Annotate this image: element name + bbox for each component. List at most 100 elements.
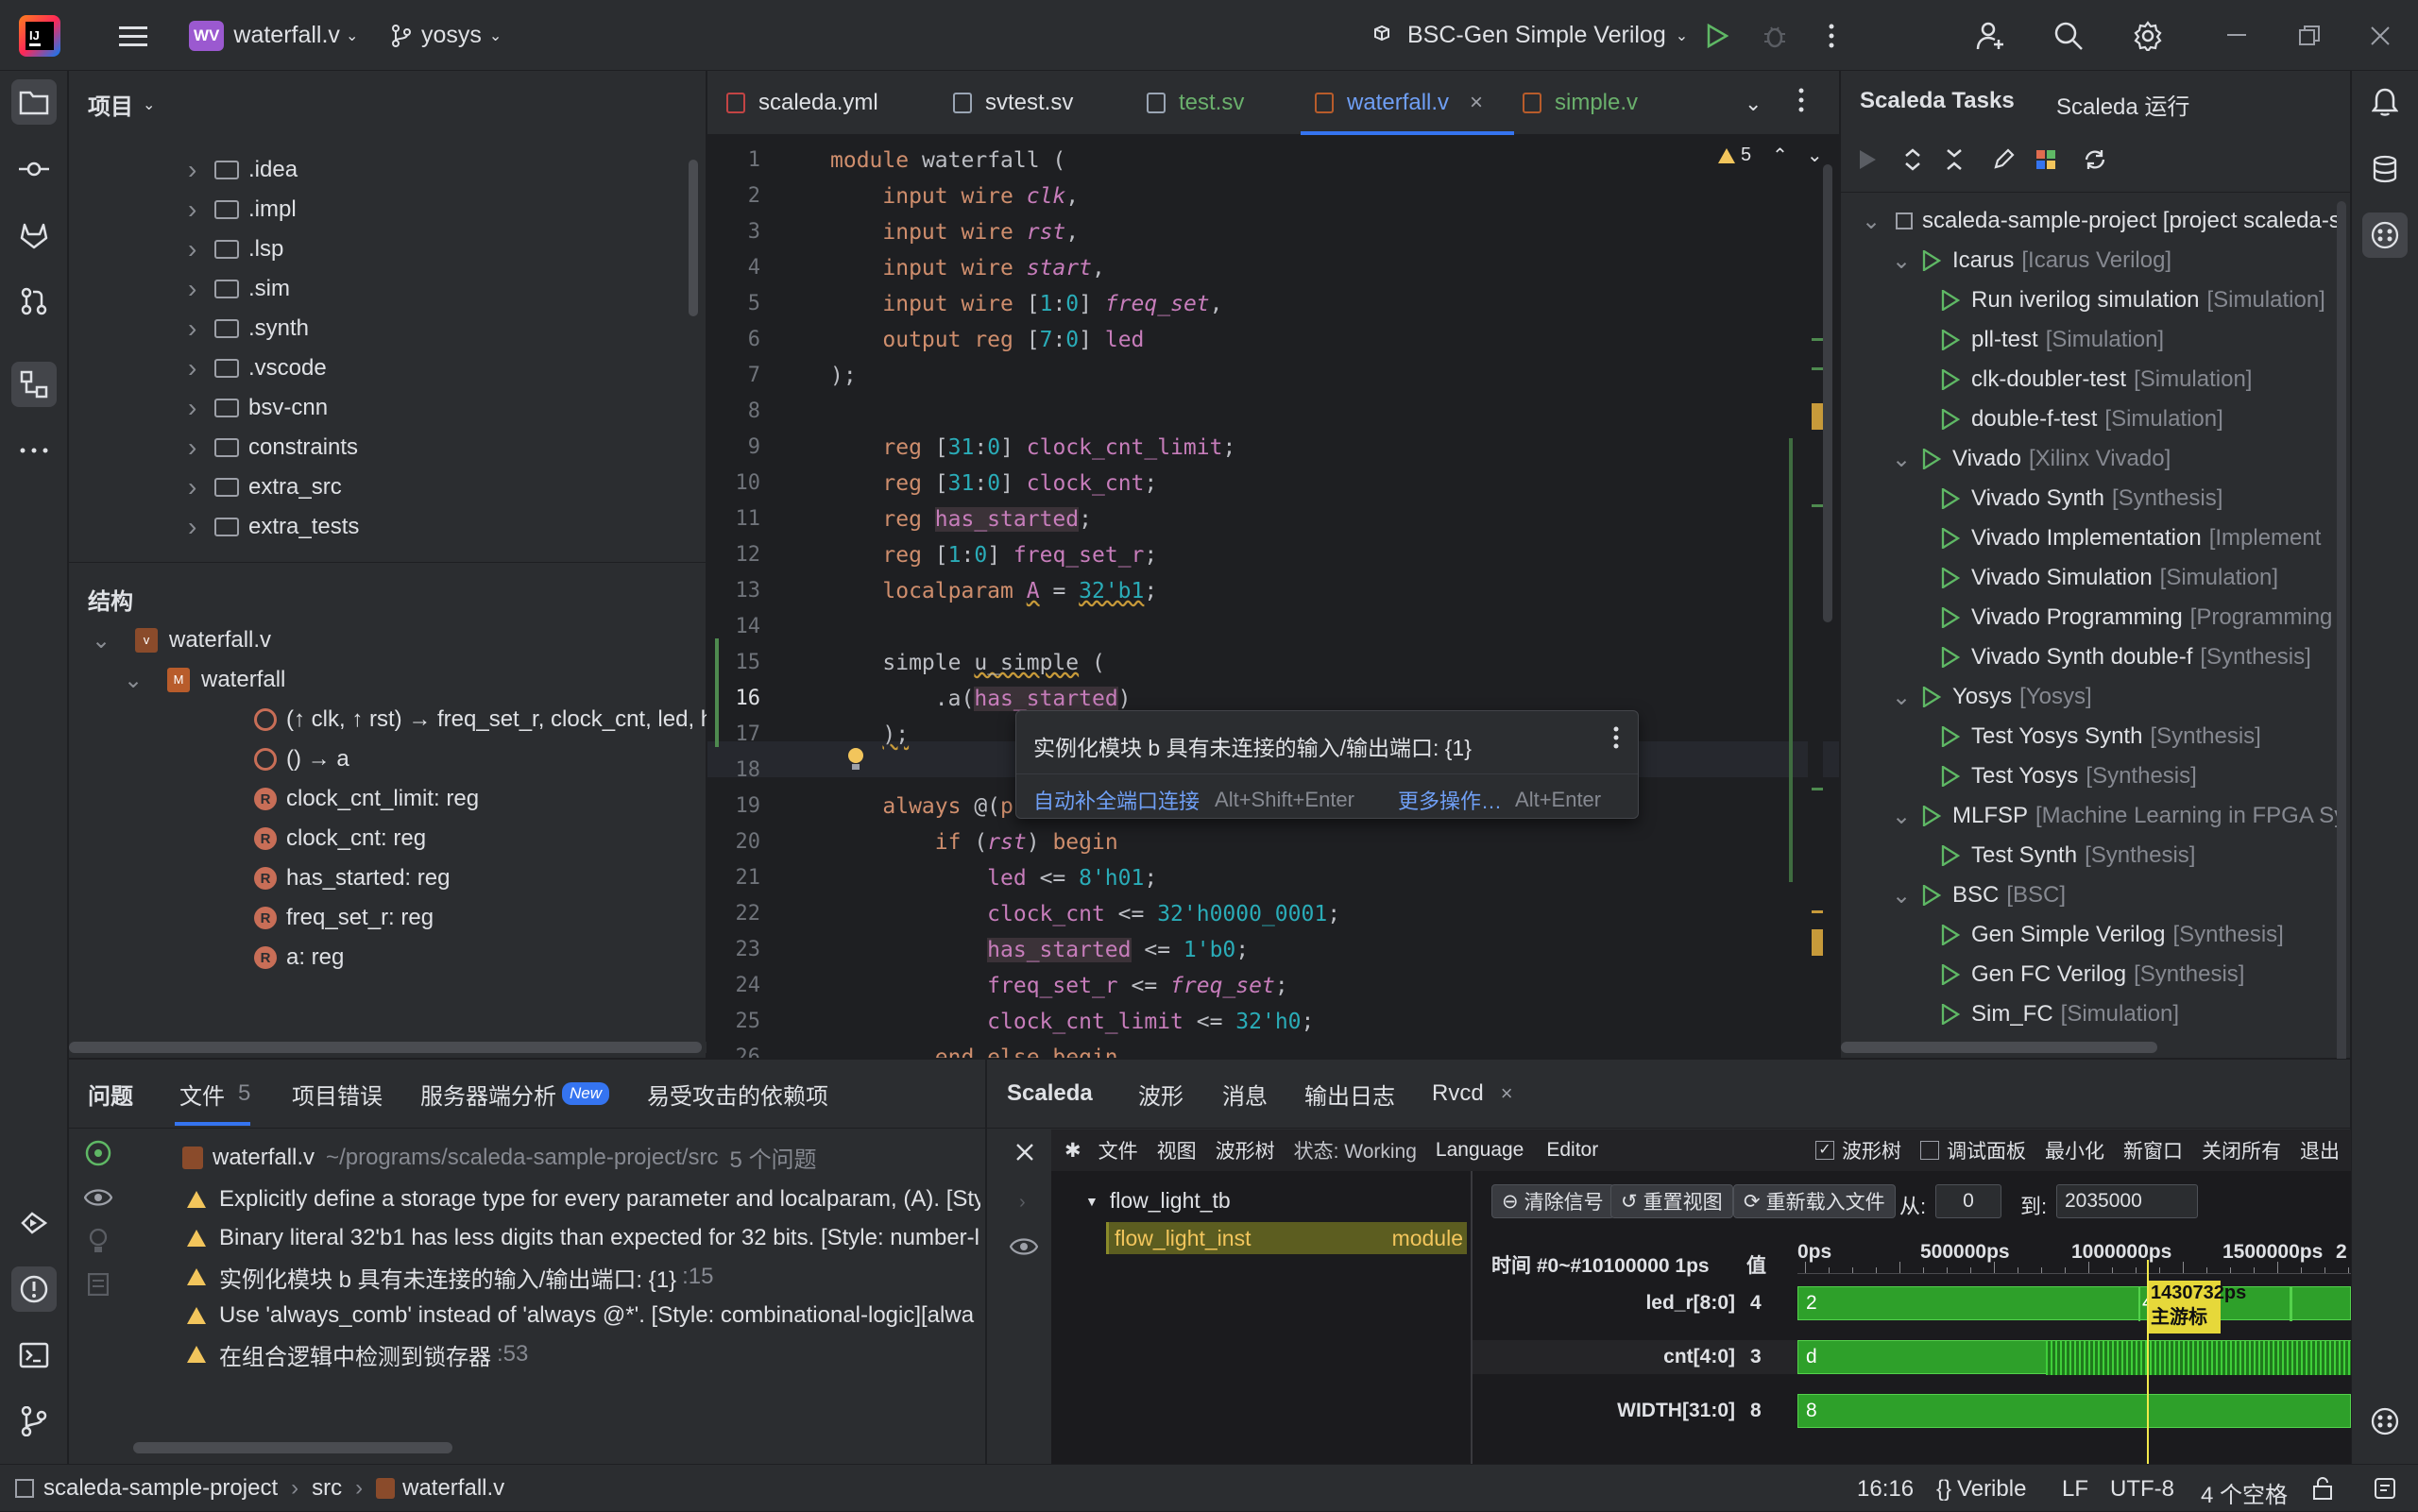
task-item[interactable]: Vivado Programming [Programming [1941,598,2332,637]
run-task-icon[interactable] [1858,149,1877,170]
project-tree-item[interactable]: › .lsp [188,229,283,269]
task-item[interactable]: Test Synth [Synthesis] [1941,836,2195,875]
vcs-branch-selector[interactable]: yosys ⌄ [391,0,502,71]
project-view-selector[interactable]: 项目 ⌄ [88,88,155,121]
project-tool-button[interactable] [11,79,57,125]
main-menu-button[interactable] [119,0,147,71]
editor-tab[interactable]: simple.v [1523,71,1638,135]
autocomplete-ports-link[interactable]: 自动补全端口连接 [1033,785,1200,815]
task-item[interactable]: Sim_FC [Simulation] [1941,994,2179,1032]
tab-more-actions-icon[interactable] [1798,88,1804,112]
edit-pencil-icon[interactable] [1992,148,2015,171]
collapse-all-icon[interactable] [1945,148,1964,171]
breadcrumb-file[interactable]: waterfall.v [402,1475,504,1502]
to-input[interactable]: 2035000 [2056,1184,2198,1218]
terminal-tool-button[interactable] [11,1333,57,1378]
star-icon[interactable]: ✱ [1064,1139,1081,1163]
task-item[interactable]: Test Yosys Synth [Synthesis] [1941,717,2261,756]
project-tree-item[interactable]: › constraints [188,428,358,467]
scaleda-tool-button[interactable] [2362,212,2408,258]
cursor-position[interactable]: 16:16 [1857,1476,1914,1503]
task-group[interactable]: ⌄ Yosys [Yosys] [1892,677,2092,717]
project-tree-item[interactable]: › .idea [188,150,298,190]
tasks-root-node[interactable]: ⌄ scaleda-sample-project [project scaled… [1862,201,2337,241]
more-tools-icon[interactable] [11,428,57,473]
inspection-eye-icon[interactable] [84,1139,112,1167]
editor-tab[interactable]: svtest.sv [953,71,1073,135]
menu-view[interactable]: 视图 [1157,1136,1197,1164]
problem-item[interactable]: 在组合逻辑中检测到锁存器:53 [187,1335,980,1373]
close-window-icon[interactable] [2371,0,2390,71]
structure-tool-button[interactable] [11,362,57,407]
project-tree-item[interactable]: › extra_src [188,467,342,507]
minimize-window-icon[interactable] [2227,0,2246,71]
task-item[interactable]: Test Yosys [Synthesis] [1941,756,2197,796]
close-all-button[interactable]: 关闭所有 [2202,1136,2281,1164]
formatter-widget[interactable]: {} Verible [1936,1476,2026,1503]
restore-window-icon[interactable] [2299,0,2320,71]
tree-root-node[interactable]: ▼ flow_light_tb [1085,1188,1231,1214]
menu-file[interactable]: 文件 [1098,1136,1138,1164]
task-item[interactable]: pll-test [Simulation] [1941,320,2164,360]
structure-member[interactable]: (↑ clk, ↑ rst) → freq_set_r, clock_cnt, … [254,700,707,739]
editor-tab[interactable]: test.sv [1147,71,1244,135]
menu-wave-tree[interactable]: 波形树 [1216,1136,1275,1164]
task-item[interactable]: Gen FC Verilog [Synthesis] [1941,955,2244,994]
tab-list-chevron-icon[interactable]: ⌄ [1745,92,1762,116]
tab-server-analysis[interactable]: 服务器端分析 New [420,1060,610,1128]
tasks-horizontal-scrollbar[interactable] [1841,1042,2157,1053]
notifications-bell-icon[interactable] [2362,79,2408,125]
tab-waveform[interactable]: 波形 [1138,1060,1183,1128]
tab-output-log[interactable]: 输出日志 [1304,1060,1395,1128]
signal-row[interactable]: WIDTH[31:0] 8 [1473,1394,1797,1428]
quick-fix-bulb-icon[interactable] [88,1228,109,1254]
indent-setting[interactable]: 4 个空格 [2201,1476,2288,1509]
project-tree-item[interactable]: › extra_tests [188,507,359,542]
tab-rvcd[interactable]: Rvcd × [1432,1060,1513,1128]
problems-horizontal-scrollbar[interactable] [133,1442,452,1453]
project-tree-item[interactable]: › bsv-cnn [188,388,328,428]
problem-item[interactable]: Use 'always_comb' instead of 'always @*'… [187,1297,980,1334]
structure-member[interactable]: () → a [254,739,349,779]
settings-gear-icon[interactable] [2133,0,2163,71]
tasks-scrollbar[interactable] [2337,201,2346,1079]
commit-tool-button[interactable] [11,146,57,192]
editor-tab[interactable]: scaleda.yml [726,71,878,135]
signal-row[interactable]: cnt[4:0] 3 [1473,1340,1797,1374]
structure-member[interactable]: Ra: reg [254,938,344,977]
tab-project-errors[interactable]: 项目错误 [292,1060,383,1128]
menu-language[interactable]: Language [1436,1139,1524,1162]
more-actions-icon[interactable] [1829,0,1834,71]
database-icon[interactable] [2362,146,2408,192]
task-item[interactable]: Gen Simple Verilog [Synthesis] [1941,915,2284,955]
tab-file[interactable]: 文件 5 [179,1060,250,1128]
waveform-row[interactable]: 24 [1797,1286,2351,1321]
git-tool-button[interactable] [11,1399,57,1444]
chevron-right-icon[interactable]: › [1019,1192,1026,1214]
tab-messages[interactable]: 消息 [1222,1060,1268,1128]
editor-scrollbar[interactable] [1823,164,1832,622]
line-ending[interactable]: LF [2062,1476,2088,1503]
project-tree-item[interactable]: › .sim [188,269,290,309]
problem-item[interactable]: 实例化模块 b 具有未连接的输入/输出端口: {1}:15 [187,1258,980,1296]
close-panel-icon[interactable] [1015,1143,1034,1162]
task-group[interactable]: ⌄ Icarus [Icarus Verilog] [1892,241,2171,280]
tab-scaleda-tasks[interactable]: Scaleda Tasks [1860,88,2015,114]
project-horizontal-scrollbar[interactable] [69,1042,702,1053]
search-icon[interactable] [2053,0,2084,71]
expand-all-icon[interactable] [1903,148,1922,171]
problem-item[interactable]: Binary literal 32'b1 has less digits tha… [187,1219,980,1257]
file-encoding[interactable]: UTF-8 [2110,1476,2174,1503]
problems-file-node[interactable]: ⌄ waterfall.v ~/programs/scaleda-sample-… [160,1141,817,1174]
signal-row[interactable]: led_r[8:0] 4 [1473,1286,1797,1320]
structure-member[interactable]: Rfreq_set_r: reg [254,898,434,938]
editor-tab[interactable]: waterfall.v × [1315,71,1483,135]
new-window-button[interactable]: 新窗口 [2123,1136,2183,1164]
breadcrumb-src[interactable]: src [312,1475,342,1502]
scaleda-bottom-tool-button[interactable] [2362,1399,2408,1444]
notification-icon[interactable] [2375,1478,2395,1499]
lock-icon[interactable] [2312,1477,2333,1500]
menu-editor[interactable]: Editor [1546,1139,1598,1162]
reload-file-button[interactable]: ⟳ 重新载入文件 [1733,1184,1896,1218]
structure-member[interactable]: Rclock_cnt: reg [254,819,426,858]
